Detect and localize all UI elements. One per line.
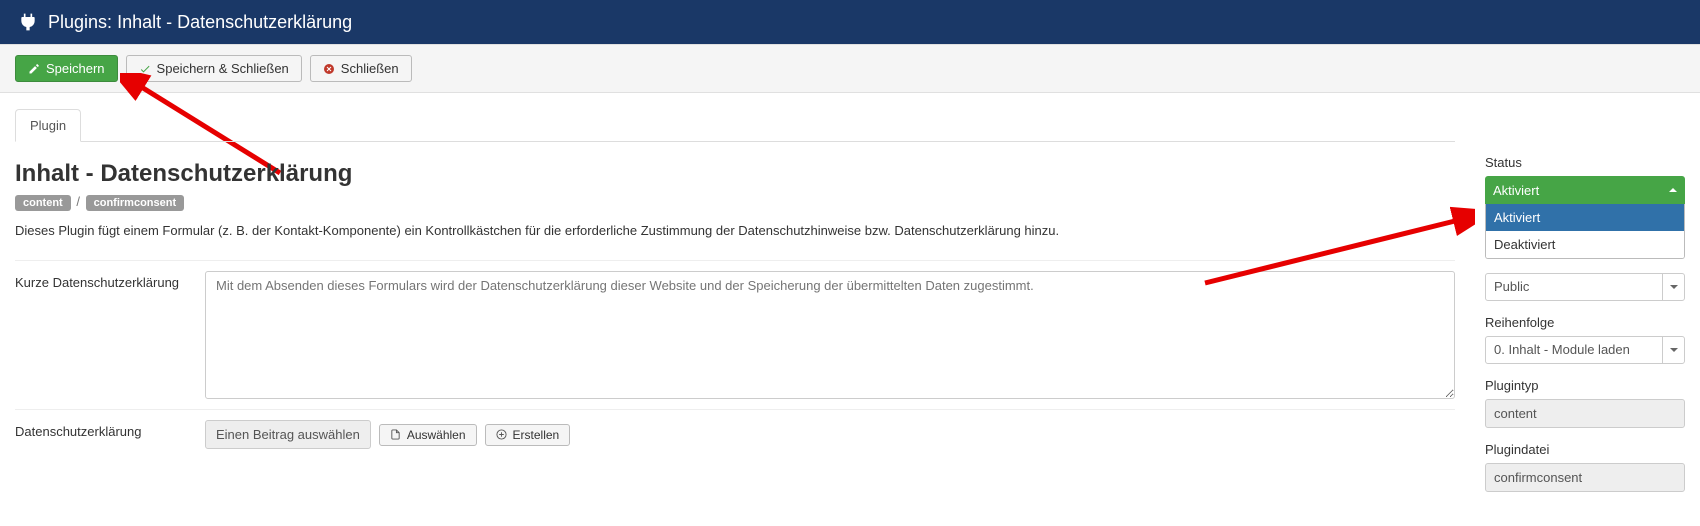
- plugintype-value: content: [1485, 399, 1685, 428]
- status-option-disabled[interactable]: Deaktiviert: [1486, 231, 1684, 258]
- page-header-title: Plugins: Inhalt - Datenschutzerklärung: [48, 12, 352, 33]
- status-selected[interactable]: Aktiviert: [1485, 176, 1685, 204]
- check-icon: [139, 63, 151, 75]
- access-select[interactable]: Public: [1485, 273, 1685, 301]
- short-note-label: Kurze Datenschutzerklärung: [15, 271, 205, 399]
- save-close-button-label: Speichern & Schließen: [157, 62, 289, 75]
- toolbar: Speichern Speichern & Schließen Schließe…: [0, 44, 1700, 93]
- pluginfile-label: Plugindatei: [1485, 442, 1685, 457]
- article-value: Einen Beitrag auswählen: [205, 420, 371, 449]
- caret-up-icon: [1669, 188, 1677, 192]
- save-button-label: Speichern: [46, 62, 105, 75]
- file-icon: [390, 429, 401, 440]
- save-close-button[interactable]: Speichern & Schließen: [126, 55, 302, 82]
- apply-icon: [28, 63, 40, 75]
- cancel-icon: [323, 63, 335, 75]
- row-privacy-article: Datenschutzerklärung Einen Beitrag auswä…: [15, 409, 1455, 459]
- main-area: Plugin Inhalt - Datenschutzerklärung con…: [15, 93, 1455, 506]
- ordering-label: Reihenfolge: [1485, 315, 1685, 330]
- status-option-enabled[interactable]: Aktiviert: [1486, 204, 1684, 231]
- status-dropdown: Aktiviert Deaktiviert: [1485, 204, 1685, 259]
- save-button[interactable]: Speichern: [15, 55, 118, 82]
- app-header: Plugins: Inhalt - Datenschutzerklärung: [0, 0, 1700, 44]
- sidebar: Status Aktiviert Aktiviert Deaktiviert P…: [1485, 93, 1685, 506]
- plug-icon: [18, 12, 38, 32]
- caret-down-icon: [1662, 274, 1684, 300]
- ordering-select[interactable]: 0. Inhalt - Module laden: [1485, 336, 1685, 364]
- select-article-button[interactable]: Auswählen: [379, 424, 477, 446]
- plus-icon: [496, 429, 507, 440]
- pluginfile-value: confirmconsent: [1485, 463, 1685, 492]
- folder-chip: content: [15, 195, 71, 211]
- plugin-description: Dieses Plugin fügt einem Formular (z. B.…: [15, 223, 1455, 238]
- close-button-label: Schließen: [341, 62, 399, 75]
- tab-plugin[interactable]: Plugin: [15, 109, 81, 142]
- caret-down-icon: [1662, 337, 1684, 363]
- privacy-article-label: Datenschutzerklärung: [15, 420, 205, 449]
- ordering-value: 0. Inhalt - Module laden: [1486, 337, 1662, 363]
- plugin-heading: Inhalt - Datenschutzerklärung: [15, 160, 1455, 188]
- chip-separator: /: [74, 194, 82, 209]
- status-selected-text: Aktiviert: [1493, 183, 1539, 198]
- status-select[interactable]: Aktiviert Aktiviert Deaktiviert: [1485, 176, 1685, 259]
- create-article-button[interactable]: Erstellen: [485, 424, 571, 446]
- access-value: Public: [1486, 274, 1662, 300]
- element-chip: confirmconsent: [86, 195, 185, 211]
- select-article-label: Auswählen: [407, 429, 466, 441]
- status-label: Status: [1485, 155, 1685, 170]
- close-button[interactable]: Schließen: [310, 55, 412, 82]
- plugintype-label: Plugintyp: [1485, 378, 1685, 393]
- row-short-note: Kurze Datenschutzerklärung: [15, 260, 1455, 409]
- short-note-textarea[interactable]: [205, 271, 1455, 399]
- create-article-label: Erstellen: [513, 429, 560, 441]
- tab-bar: Plugin: [15, 108, 1455, 142]
- plugin-ident-labels: content / confirmconsent: [15, 194, 1455, 211]
